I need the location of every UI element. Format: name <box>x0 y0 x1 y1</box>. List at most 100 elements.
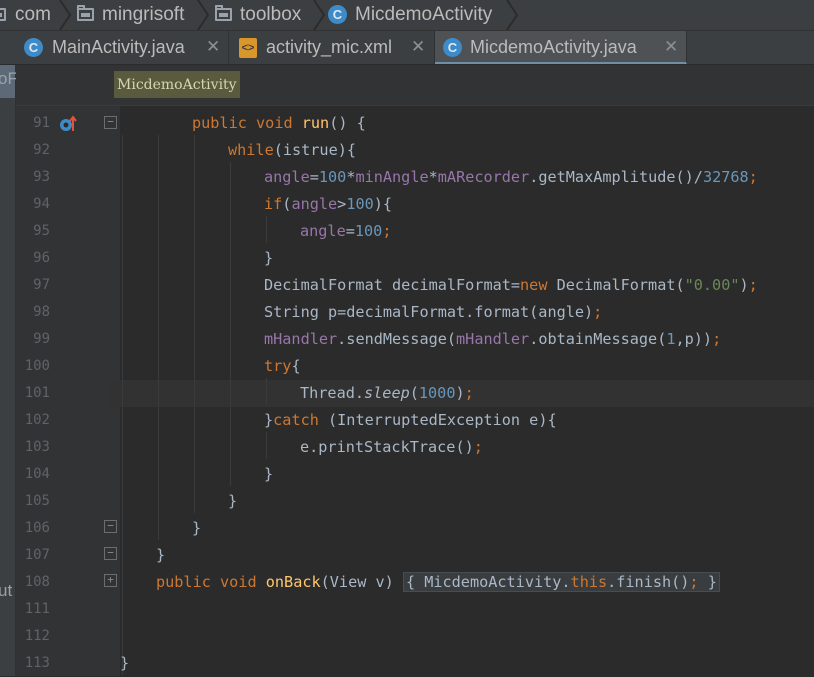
fold-marker-icon[interactable]: − <box>104 116 117 129</box>
code-token: ( <box>409 384 419 402</box>
code-token: (InterruptedException e){ <box>318 411 557 429</box>
code-token: 100 <box>354 222 383 240</box>
tab-label: MicdemoActivity.java <box>470 37 637 57</box>
code-token: } <box>264 411 274 429</box>
line-number: 92 <box>33 142 50 158</box>
line-number: 111 <box>24 601 50 617</box>
code-token: { <box>291 357 301 375</box>
code-token: ) <box>455 384 465 402</box>
tab-micdemoactivity-java[interactable]: C MicdemoActivity.java ✕ <box>435 31 687 64</box>
code-line-94[interactable]: if(angle>100){ <box>264 191 392 218</box>
code-token: mHandler <box>264 330 338 348</box>
indent-guide <box>266 432 267 459</box>
code-token: ; <box>689 573 699 591</box>
code-token: 100 <box>318 168 347 186</box>
code-token: > <box>337 195 347 213</box>
code-token: public <box>192 114 247 132</box>
chevron-right-icon <box>59 0 72 30</box>
code-line-96[interactable]: } <box>264 245 273 272</box>
code-token: } <box>707 573 717 591</box>
method-breadcrumb[interactable]: MicdemoActivity <box>114 71 240 98</box>
editor-tab-bar: C MainActivity.java ✕ <> activity_mic.xm… <box>0 31 814 65</box>
code-token: .sendMessage( <box>337 330 457 348</box>
code-token: } <box>192 519 202 537</box>
code-line-102[interactable]: }catch (InterruptedException e){ <box>264 407 557 434</box>
code-line-99[interactable]: mHandler.sendMessage(mHandler.obtainMess… <box>264 326 721 353</box>
code-line-95[interactable]: angle=100; <box>300 218 391 245</box>
code-line-105[interactable]: } <box>228 488 237 515</box>
code-token: minAngle <box>355 168 429 186</box>
code-token: = <box>309 168 319 186</box>
code-line-93[interactable]: angle=100*minAngle*mARecorder.getMaxAmpl… <box>264 164 758 191</box>
code-token: void <box>256 114 293 132</box>
left-strip-selected-panel[interactable]: oF <box>0 64 18 98</box>
override-method-icon[interactable] <box>59 115 77 133</box>
expand-fold-icon[interactable]: + <box>104 574 117 587</box>
breadcrumb-label: mingrisoft <box>102 4 185 25</box>
code-token: * <box>428 168 438 186</box>
fold-marker-icon[interactable]: − <box>104 547 117 560</box>
indent-guide <box>122 135 123 675</box>
code-token: public <box>156 573 211 591</box>
code-token: ; <box>382 222 392 240</box>
line-number: 112 <box>24 628 50 644</box>
chevron-right-icon <box>506 0 519 30</box>
class-icon: C <box>24 38 43 57</box>
code-line-106[interactable]: } <box>192 515 201 542</box>
fold-marker-icon[interactable]: − <box>104 520 117 533</box>
code-line-91[interactable]: public void run() { <box>192 110 366 137</box>
code-token: if <box>264 195 283 213</box>
class-icon: C <box>328 5 347 24</box>
chevron-right-icon <box>197 0 210 30</box>
code-line-101[interactable]: Thread.sleep(1000); <box>300 380 474 407</box>
code-line-100[interactable]: try{ <box>264 353 301 380</box>
close-icon[interactable]: ✕ <box>664 31 678 63</box>
indent-guide <box>266 378 267 405</box>
code-line-113[interactable]: } <box>120 650 129 677</box>
line-number: 106 <box>24 520 50 536</box>
tab-mainactivity-java[interactable]: C MainActivity.java ✕ <box>16 31 229 64</box>
tab-activity-mic-xml[interactable]: <> activity_mic.xml ✕ <box>229 31 435 64</box>
code-line-107[interactable]: } <box>156 542 165 569</box>
indent-guide <box>266 216 267 243</box>
close-icon[interactable]: ✕ <box>411 31 425 63</box>
code-token: (istrue){ <box>273 141 357 159</box>
code-line-104[interactable]: } <box>264 461 273 488</box>
xml-file-icon: <> <box>239 38 257 58</box>
code-token: run <box>301 114 330 132</box>
code-token: void <box>220 573 257 591</box>
code-line-108[interactable]: public void onBack(View v) { MicdemoActi… <box>156 569 720 596</box>
close-icon[interactable]: ✕ <box>206 31 220 63</box>
code-token: angle <box>300 222 346 240</box>
folded-code-chip[interactable]: { MicdemoActivity.this.finish(); } <box>402 572 720 592</box>
code-token: e.printStackTrace() <box>300 438 474 456</box>
code-token: ) <box>739 276 749 294</box>
code-token: .finish() <box>607 573 690 591</box>
line-number: 99 <box>33 331 50 347</box>
code-token: angle <box>291 195 338 213</box>
code-token: ; <box>473 438 483 456</box>
line-number: 91 <box>33 115 50 131</box>
code-line-98[interactable]: String p=decimalFormat.format(angle); <box>264 299 602 326</box>
code-token: angle <box>264 168 310 186</box>
code-token: ; <box>748 168 758 186</box>
indent-guide <box>230 162 231 486</box>
code-line-103[interactable]: e.printStackTrace(); <box>300 434 483 461</box>
folder-icon <box>215 5 232 21</box>
line-number: 98 <box>33 304 50 320</box>
code-token: mHandler <box>456 330 530 348</box>
code-line-97[interactable]: DecimalFormat decimalFormat=new DecimalF… <box>264 272 758 299</box>
code-token: DecimalFormat decimalFormat= <box>264 276 521 294</box>
code-token: = <box>345 222 355 240</box>
tab-label: MainActivity.java <box>52 37 185 57</box>
code-token: } <box>156 546 166 564</box>
code-token: ; <box>748 276 758 294</box>
line-number: 93 <box>33 169 50 185</box>
code-token: 100 <box>346 195 374 213</box>
code-line-92[interactable]: while(istrue){ <box>228 137 356 164</box>
breadcrumb-label: com <box>15 4 51 25</box>
line-number: 102 <box>24 412 50 428</box>
code-token: 1000 <box>418 384 456 402</box>
code-token: "0.00" <box>684 276 740 294</box>
code-token: sleep <box>364 384 410 402</box>
